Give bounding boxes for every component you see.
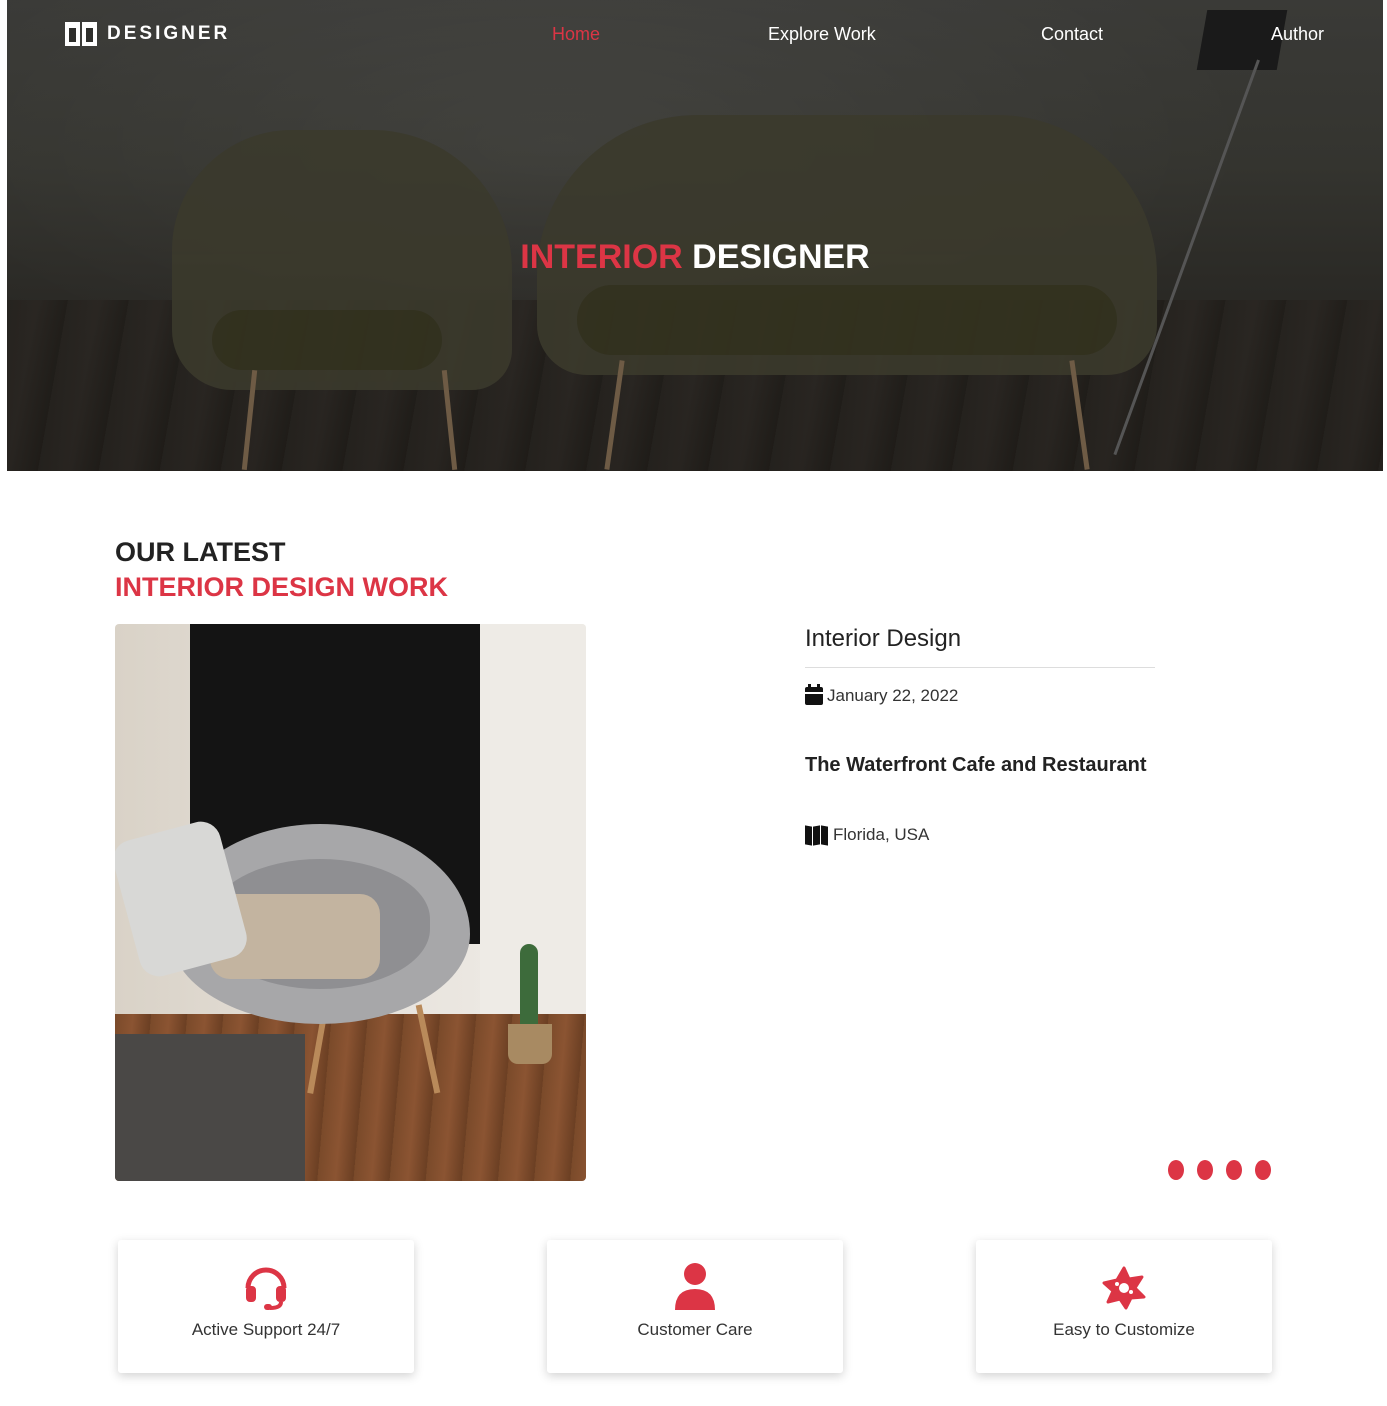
calendar-icon bbox=[805, 684, 823, 705]
latest-work-heading: OUR LATEST INTERIOR DESIGN WORK bbox=[115, 535, 595, 605]
hero-title-rest: DESIGNER bbox=[682, 238, 870, 276]
feature-card-customer-care: Customer Care bbox=[547, 1240, 843, 1373]
feature-card-support: Active Support 24/7 bbox=[118, 1240, 414, 1373]
navbar: DESIGNER Home Explore Work Contact Autho… bbox=[7, 0, 1383, 70]
project-info-card: Interior Design January 22, 2022 The Wat… bbox=[805, 625, 1155, 846]
feature-label: Easy to Customize bbox=[1053, 1320, 1195, 1339]
feature-label: Customer Care bbox=[637, 1320, 753, 1339]
carousel-dot[interactable] bbox=[1255, 1160, 1271, 1180]
cog-star-icon bbox=[1102, 1266, 1146, 1310]
project-photo bbox=[115, 624, 586, 1181]
feature-card-customize: Easy to Customize bbox=[976, 1240, 1272, 1373]
cactus bbox=[520, 944, 538, 1034]
nav-item-contact[interactable]: Contact bbox=[1041, 24, 1103, 45]
nav-item-explore-work[interactable]: Explore Work bbox=[768, 24, 876, 45]
project-location-text: Florida, USA bbox=[833, 825, 930, 844]
hero-title-accent: INTERIOR bbox=[520, 238, 683, 276]
headset-icon bbox=[245, 1267, 287, 1310]
carousel-indicators bbox=[1168, 1160, 1271, 1180]
coffee-table bbox=[115, 1034, 305, 1181]
carousel-dot[interactable] bbox=[1226, 1160, 1242, 1180]
nav-item-home[interactable]: Home bbox=[552, 24, 600, 45]
user-icon bbox=[675, 1263, 715, 1310]
feature-label: Active Support 24/7 bbox=[191, 1320, 341, 1339]
hero-title: INTERIOR DESIGNER bbox=[7, 238, 1383, 277]
hero-section: DESIGNER Home Explore Work Contact Autho… bbox=[7, 0, 1383, 471]
map-icon bbox=[805, 824, 829, 846]
designer-logo-icon bbox=[65, 22, 97, 46]
project-category: Interior Design bbox=[805, 625, 1155, 668]
carousel-dot[interactable] bbox=[1197, 1160, 1213, 1180]
latest-heading-line1: OUR LATEST bbox=[115, 537, 286, 567]
project-location: Florida, USA bbox=[805, 824, 1155, 846]
project-name: The Waterfront Cafe and Restaurant bbox=[805, 754, 1147, 776]
brand[interactable]: DESIGNER bbox=[65, 22, 230, 46]
brand-name: DESIGNER bbox=[107, 23, 231, 44]
latest-heading-line2: INTERIOR DESIGN WORK bbox=[115, 572, 449, 602]
nav-item-author[interactable]: Author bbox=[1271, 24, 1324, 45]
project-date-text: January 22, 2022 bbox=[827, 686, 959, 705]
project-date: January 22, 2022 bbox=[805, 684, 1155, 706]
carousel-dot[interactable] bbox=[1168, 1160, 1184, 1180]
